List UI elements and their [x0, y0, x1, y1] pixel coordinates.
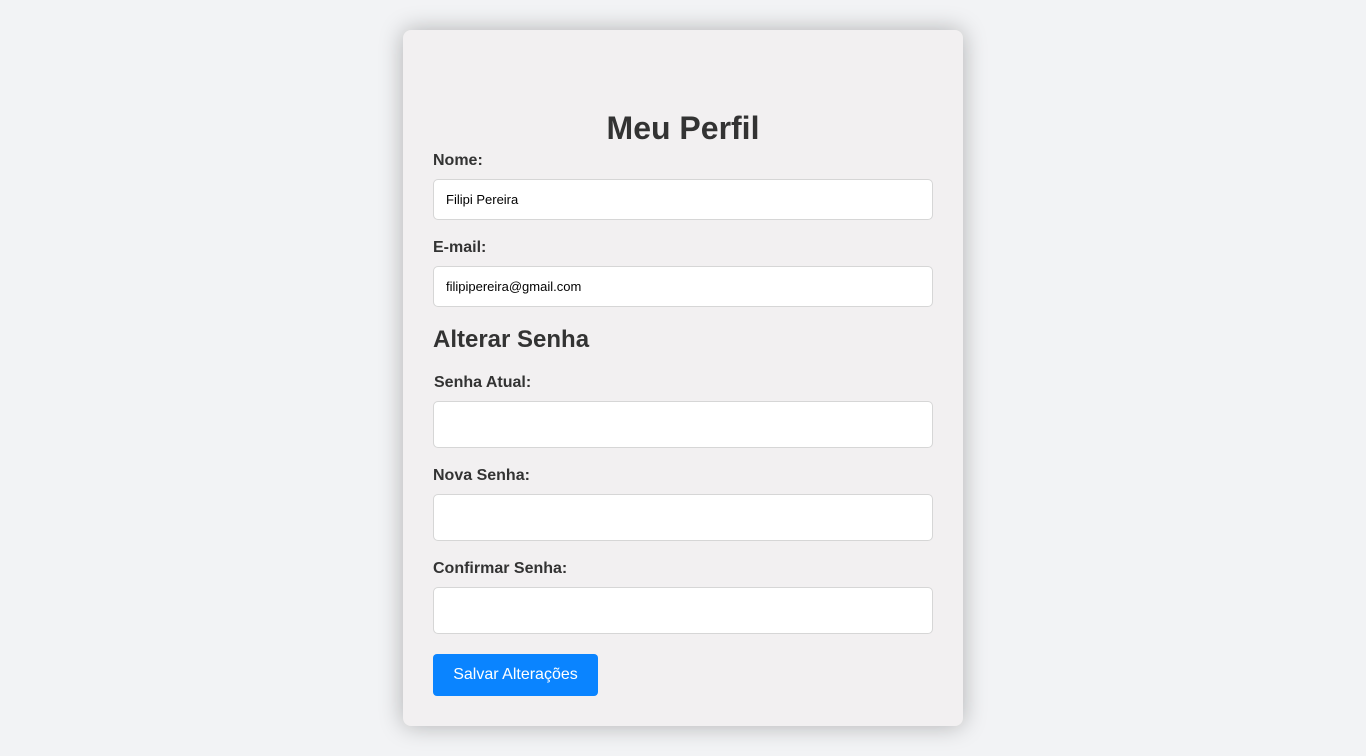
confirm-password-field[interactable] [433, 587, 933, 634]
page-title: Meu Perfil [606, 110, 760, 146]
email-field[interactable] [433, 266, 933, 307]
new-password-label: Nova Senha: [433, 467, 530, 484]
confirm-password-label: Confirmar Senha: [433, 560, 568, 577]
current-password-field[interactable] [433, 401, 933, 448]
name-label: Nome: [433, 152, 483, 169]
new-password-field[interactable] [433, 494, 933, 541]
current-password-label: Senha Atual: [434, 374, 532, 391]
email-label: E-mail: [433, 239, 487, 256]
change-password-heading: Alterar Senha [433, 326, 590, 353]
profile-card: Meu Perfil Nome: E-mail: Alterar Senha S… [403, 30, 963, 726]
name-field[interactable] [433, 179, 933, 220]
save-changes-button[interactable]: Salvar Alterações [433, 654, 598, 696]
